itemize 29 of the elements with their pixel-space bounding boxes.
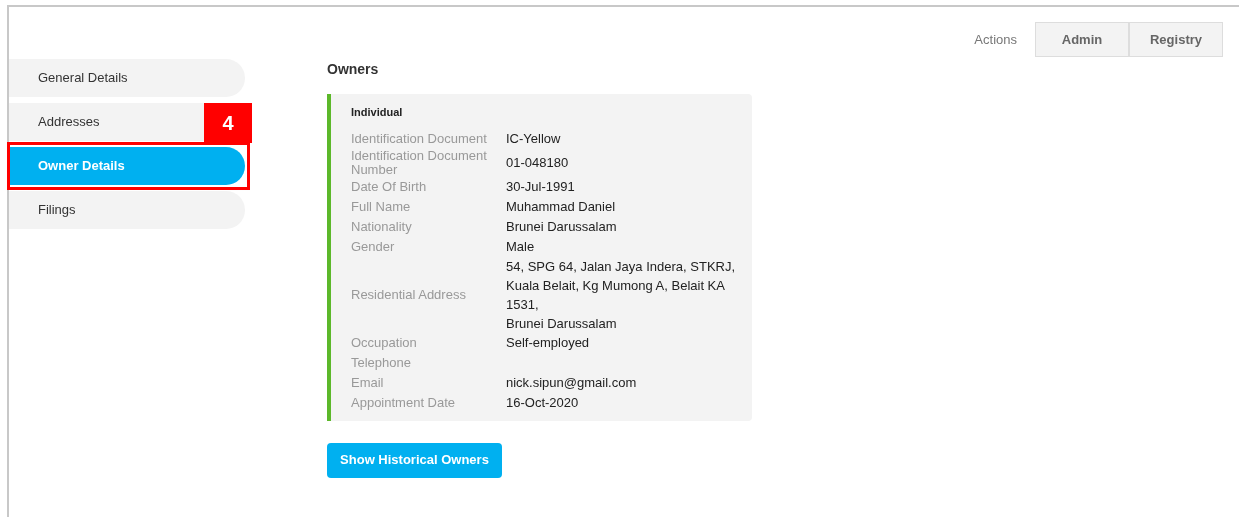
field-label: Identification Document Number <box>351 148 488 177</box>
field-label: Email <box>351 375 385 390</box>
field-label: Telephone <box>351 355 412 370</box>
field-value: Muhammad Daniel <box>506 198 616 216</box>
field-value: 30-Jul-1991 <box>506 178 575 196</box>
actions-label: Actions <box>974 30 1017 49</box>
owner-type: Individual <box>351 105 404 120</box>
field-value: Male <box>506 238 535 256</box>
field-label: Gender <box>351 239 396 254</box>
field-label: Appointment Date <box>351 395 457 410</box>
sidebar-item[interactable]: General Details <box>9 59 245 97</box>
field-value: Self-employed <box>506 334 590 352</box>
field-label: Date Of Birth <box>351 179 428 194</box>
field-label: Residential Address <box>351 287 467 302</box>
header-tab[interactable]: Admin <box>1035 22 1129 57</box>
field-value: 16-Oct-2020 <box>506 394 579 412</box>
field-value: Brunei Darussalam <box>506 218 617 236</box>
field-value: 01-048180 <box>506 154 569 172</box>
sidebar-item[interactable]: Filings <box>9 191 245 229</box>
field-value: 54, SPG 64, Jalan Jaya Indera, STKRJ, Kuala Belait, Kg Mumong A, Belait KA 1531, Brunei Darussalam <box>506 257 737 333</box>
field-label: Nationality <box>351 219 413 234</box>
field-label: Full Name <box>351 199 412 214</box>
field-label: Occupation <box>351 335 418 350</box>
section-title: Owners <box>327 60 380 79</box>
field-value: IC-Yellow <box>506 130 561 148</box>
header-tab[interactable]: Registry <box>1129 22 1223 57</box>
field-label: Identification Document <box>351 131 488 146</box>
step-number-tooltip: 4 <box>204 103 252 143</box>
field-value: nick.sipun@gmail.com <box>506 374 637 392</box>
